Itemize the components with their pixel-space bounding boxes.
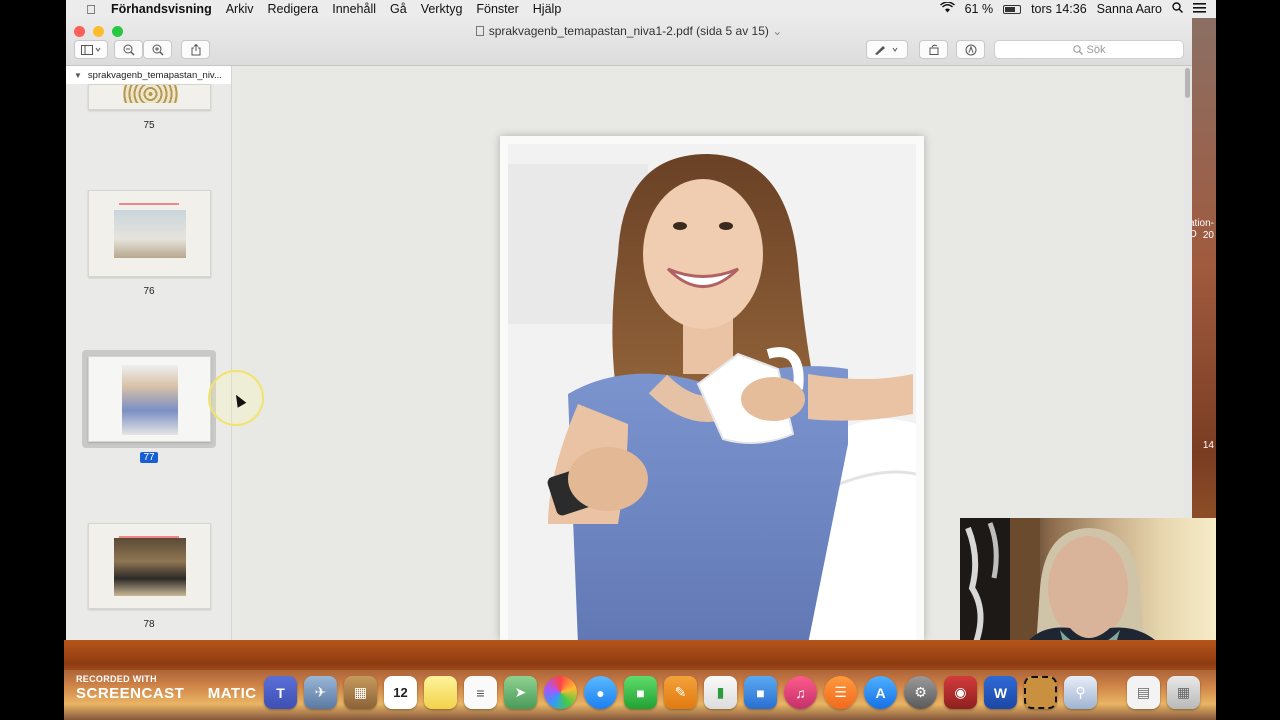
pdf-page xyxy=(500,136,924,640)
calendar-icon[interactable]: 12 xyxy=(384,676,417,709)
app-store-icon[interactable]: A xyxy=(864,676,897,709)
rotate-icon xyxy=(929,44,938,55)
page-number-77: 77 xyxy=(66,452,232,463)
notes-icon[interactable] xyxy=(424,676,457,709)
thumbnail-page-75[interactable] xyxy=(88,84,211,110)
wifi-icon[interactable] xyxy=(939,1,955,16)
share-button[interactable] xyxy=(181,40,210,59)
maps-icon[interactable]: ➤ xyxy=(504,676,537,709)
reminders-icon[interactable]: ≡ xyxy=(464,676,497,709)
documents-stack-icon[interactable]: ▤ xyxy=(1127,676,1160,709)
pages-icon[interactable]: ✎ xyxy=(664,676,697,709)
window-titlebar: sprakvagenb_temapastan_niva1-2.pdf (sida… xyxy=(66,18,1192,66)
spotlight-icon[interactable] xyxy=(1172,2,1184,16)
menu-redigera[interactable]: Redigera xyxy=(260,2,325,16)
page-photo xyxy=(508,144,916,640)
menu-bar:  Förhandsvisning Arkiv Redigera Innehål… xyxy=(66,0,1216,18)
mail-icon[interactable]: ✈ xyxy=(304,676,337,709)
user-name[interactable]: Sanna Aaro xyxy=(1097,2,1162,16)
facetime-icon[interactable]: ■ xyxy=(624,676,657,709)
sidebar-icon xyxy=(81,44,101,55)
messages-icon[interactable]: ● xyxy=(584,676,617,709)
thumbnail-page-77[interactable] xyxy=(88,356,211,442)
search-placeholder: Sök xyxy=(1086,43,1106,56)
menu-ga[interactable]: Gå xyxy=(383,2,414,16)
menu-app[interactable]: Förhandsvisning xyxy=(104,2,219,16)
status-area: 61 % tors 14:36 Sanna Aaro xyxy=(939,1,1216,16)
keynote-icon[interactable]: ■ xyxy=(744,676,777,709)
menu-verktyg[interactable]: Verktyg xyxy=(414,2,470,16)
page-number-78: 78 xyxy=(143,619,155,630)
window-title: sprakvagenb_temapastan_niva1-2.pdf (sida… xyxy=(66,24,1192,38)
dock-icons: T ✈ ▦ 12 ≡ ➤ ● ■ ✎ ▮ ■ ♫ ☰ A ⚙ ◉ W ⚲ ▤ ▦ xyxy=(264,676,1200,709)
zoom-out-button[interactable] xyxy=(114,40,143,59)
screencast-o-matic-watermark: RECORDED WITH SCREENCAST MATIC xyxy=(76,674,257,702)
dock-separator xyxy=(1104,676,1120,709)
menu-fonster[interactable]: Fönster xyxy=(469,2,525,16)
search-field[interactable]: Sök xyxy=(994,40,1184,59)
zoom-in-button[interactable] xyxy=(143,40,172,59)
disclosure-triangle-icon[interactable]: ▼ xyxy=(74,71,82,80)
page-number-75: 75 xyxy=(143,120,155,131)
battery-percent[interactable]: 61 % xyxy=(965,2,994,16)
photos-icon[interactable] xyxy=(544,676,577,709)
share-icon xyxy=(191,43,200,55)
clock[interactable]: tors 14:36 xyxy=(1031,2,1087,16)
markup-button[interactable] xyxy=(866,40,908,59)
apple-menu-icon[interactable]:  xyxy=(78,2,104,17)
teams-icon[interactable]: T xyxy=(264,676,297,709)
trash-icon[interactable]: ▦ xyxy=(1167,676,1200,709)
thumbnail-sidebar[interactable]: ▼ sprakvagenb_temapastan_niv... 75 76 77… xyxy=(66,66,232,640)
thumbnail-page-76[interactable] xyxy=(88,190,211,277)
music-icon[interactable]: ♫ xyxy=(784,676,817,709)
sidebar-toggle-button[interactable] xyxy=(74,40,108,59)
desktop-label: 20 xyxy=(1202,230,1214,241)
sidebar-document-name: sprakvagenb_temapastan_niv... xyxy=(87,69,222,81)
screenshot-icon[interactable] xyxy=(1024,676,1057,709)
system-preferences-icon[interactable]: ⚙ xyxy=(904,676,937,709)
dock: RECORDED WITH SCREENCAST MATIC T ✈ ▦ 12 … xyxy=(64,640,1216,720)
search-icon xyxy=(1072,44,1083,55)
sidebar-document-header[interactable]: ▼ sprakvagenb_temapastan_niv... xyxy=(66,66,231,84)
preview-icon[interactable]: ⚲ xyxy=(1064,676,1097,709)
zoom-in-icon xyxy=(152,44,163,55)
battery-icon[interactable] xyxy=(1003,4,1022,14)
contacts-icon[interactable]: ▦ xyxy=(344,676,377,709)
menu-arkiv[interactable]: Arkiv xyxy=(219,2,261,16)
thumbnail-page-78[interactable] xyxy=(88,523,211,609)
notification-center-icon[interactable] xyxy=(1193,2,1206,16)
menu-innehall[interactable]: Innehåll xyxy=(325,2,383,16)
zoom-out-icon xyxy=(123,44,134,55)
photo-booth-icon[interactable]: ◉ xyxy=(944,676,977,709)
rotate-button[interactable] xyxy=(919,40,948,59)
books-icon[interactable]: ☰ xyxy=(824,676,857,709)
word-icon[interactable]: W xyxy=(984,676,1017,709)
annotate-icon xyxy=(965,44,976,55)
woman-with-remote-photo xyxy=(508,144,916,640)
desktop-label: 14 xyxy=(1202,440,1214,451)
page-number-76: 76 xyxy=(143,286,155,297)
pen-icon xyxy=(875,45,898,55)
document-icon xyxy=(475,26,484,36)
markup-toolbar-button[interactable] xyxy=(956,40,985,59)
menu-hjalp[interactable]: Hjälp xyxy=(526,2,569,16)
numbers-icon[interactable]: ▮ xyxy=(704,676,737,709)
scrollbar-knob[interactable] xyxy=(1185,68,1190,98)
